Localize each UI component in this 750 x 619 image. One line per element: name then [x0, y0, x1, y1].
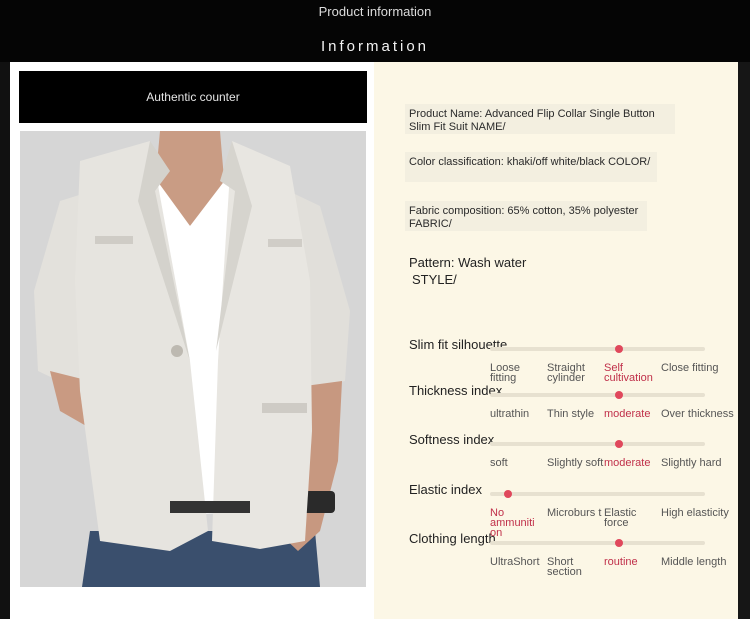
scale-option: No ammuniti on	[490, 507, 535, 539]
scale-label: Clothing length	[409, 531, 496, 546]
scale-marker	[615, 345, 623, 353]
fabric-composition-text: Fabric composition: 65% cotton, 35% poly…	[409, 205, 639, 230]
scale-option: Straight cylinder	[547, 362, 585, 384]
blazer-model-illustration	[20, 131, 366, 587]
scale-option: Microburs t	[547, 507, 602, 519]
scale-option: Elastic force	[604, 507, 637, 529]
scale-option: Middle length	[661, 556, 727, 568]
style-text: STYLE/	[412, 272, 457, 287]
product-name-text: Product Name: Advanced Flip Collar Singl…	[409, 108, 655, 133]
product-photo	[20, 131, 366, 587]
scale-marker	[615, 391, 623, 399]
scale-label: Thickness index	[409, 383, 503, 398]
scale-track	[490, 347, 705, 351]
authentic-counter-label: Authentic counter	[146, 90, 240, 104]
scale-option: Close fitting	[661, 362, 719, 374]
product-name: Product Name: Advanced Flip Collar Singl…	[405, 104, 679, 134]
scale-option: moderate	[604, 457, 651, 469]
scale-option: Self cultivation	[604, 362, 653, 384]
scale-option: Thin style	[547, 408, 595, 420]
authentic-counter-banner: Authentic counter	[19, 71, 367, 123]
header-bar: Product information Information	[0, 0, 750, 62]
scale-label: Softness index	[409, 432, 495, 447]
scale-track	[490, 393, 705, 397]
scale-label: Elastic index	[409, 482, 482, 497]
scale-marker	[615, 440, 623, 448]
scale-track	[490, 442, 705, 446]
scale-option: Slightly hard	[661, 457, 722, 469]
fabric-composition: Fabric composition: 65% cotton, 35% poly…	[405, 201, 647, 231]
right-border	[738, 62, 750, 619]
scale-option: Loose fitting	[490, 362, 520, 384]
scale-option: UltraShort	[490, 556, 540, 568]
scale-marker	[615, 539, 623, 547]
scale-option: moderate	[604, 408, 651, 420]
color-classification-text: Color classification: khaki/off white/bl…	[409, 156, 651, 168]
header-title: Product information	[318, 4, 432, 19]
scale-track	[490, 492, 705, 496]
pattern-text: Pattern: Wash water	[409, 255, 527, 270]
scale-option: Slightly soft	[547, 457, 604, 469]
scale-option: routine	[604, 556, 638, 568]
scale-marker	[504, 490, 512, 498]
scale-option: High elasticity	[661, 507, 729, 519]
scale-option: Over thickness	[661, 408, 734, 420]
scale-option: Short section	[547, 556, 582, 578]
header-subtitle: Information	[320, 38, 430, 55]
scale-track	[490, 541, 705, 545]
pattern-info: Pattern: Wash water STYLE/	[409, 254, 526, 288]
left-border	[0, 62, 10, 619]
color-classification: Color classification: khaki/off white/bl…	[405, 152, 659, 182]
scale-option: ultrathin	[490, 408, 530, 420]
scale-option: soft	[490, 457, 508, 469]
